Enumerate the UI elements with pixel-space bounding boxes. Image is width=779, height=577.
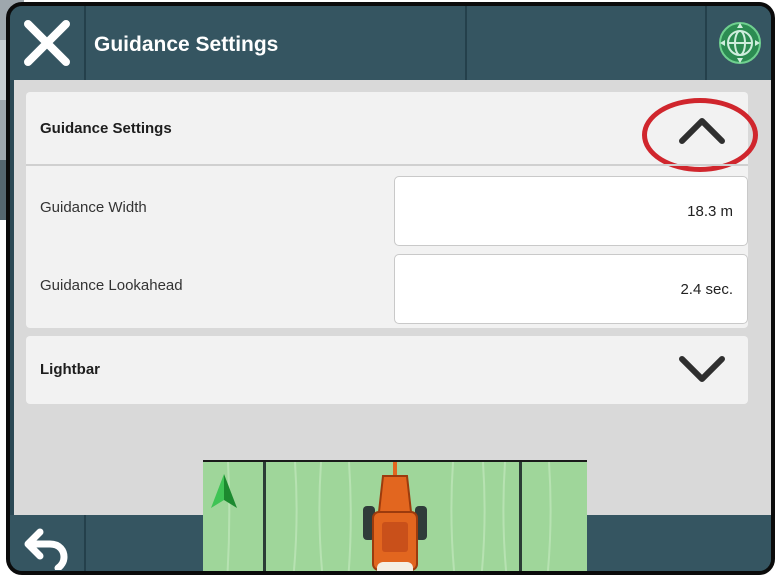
setting-row-guidance-lookahead: Guidance Lookahead 2.4 sec. <box>26 248 748 324</box>
header-divider <box>705 6 707 80</box>
setting-label: Guidance Width <box>40 199 147 216</box>
chevron-down-icon[interactable] <box>674 349 730 389</box>
setting-row-guidance-width: Guidance Width 18.3 m <box>26 170 748 246</box>
section-title: Lightbar <box>40 361 100 378</box>
tractor-icon <box>363 462 427 571</box>
guidance-lookahead-field[interactable]: 2.4 sec. <box>394 254 748 324</box>
section-lightbar[interactable]: Lightbar <box>26 336 748 404</box>
page-title: Guidance Settings <box>94 33 279 56</box>
setting-label: Guidance Lookahead <box>40 277 183 294</box>
header-divider <box>465 6 467 80</box>
guidance-width-field[interactable]: 18.3 m <box>394 176 748 246</box>
section-title: Guidance Settings <box>40 120 172 137</box>
header-bar: Guidance Settings <box>10 6 771 80</box>
close-button[interactable] <box>10 6 84 80</box>
header-divider <box>84 6 86 80</box>
highlight-circle <box>642 98 758 172</box>
section-header-guidance-settings[interactable]: Guidance Settings <box>26 92 758 172</box>
back-button[interactable] <box>10 515 84 571</box>
footer-divider <box>84 515 86 571</box>
settings-panel: Guidance Settings Guidance Width 18.3 m … <box>14 80 771 515</box>
guidance-map-preview[interactable] <box>203 460 587 571</box>
north-arrow-icon <box>211 474 237 508</box>
close-icon <box>24 20 70 66</box>
globe-button[interactable] <box>717 20 763 66</box>
field-value: 2.4 sec. <box>680 281 733 298</box>
back-arrow-icon <box>24 528 68 570</box>
display-screen: Guidance Settings Guidance Settings Guid… <box>6 2 775 575</box>
field-value: 18.3 m <box>687 203 733 220</box>
divider <box>26 164 748 166</box>
section-guidance-settings: Guidance Settings Guidance Width 18.3 m … <box>26 92 758 328</box>
globe-icon <box>719 22 761 64</box>
